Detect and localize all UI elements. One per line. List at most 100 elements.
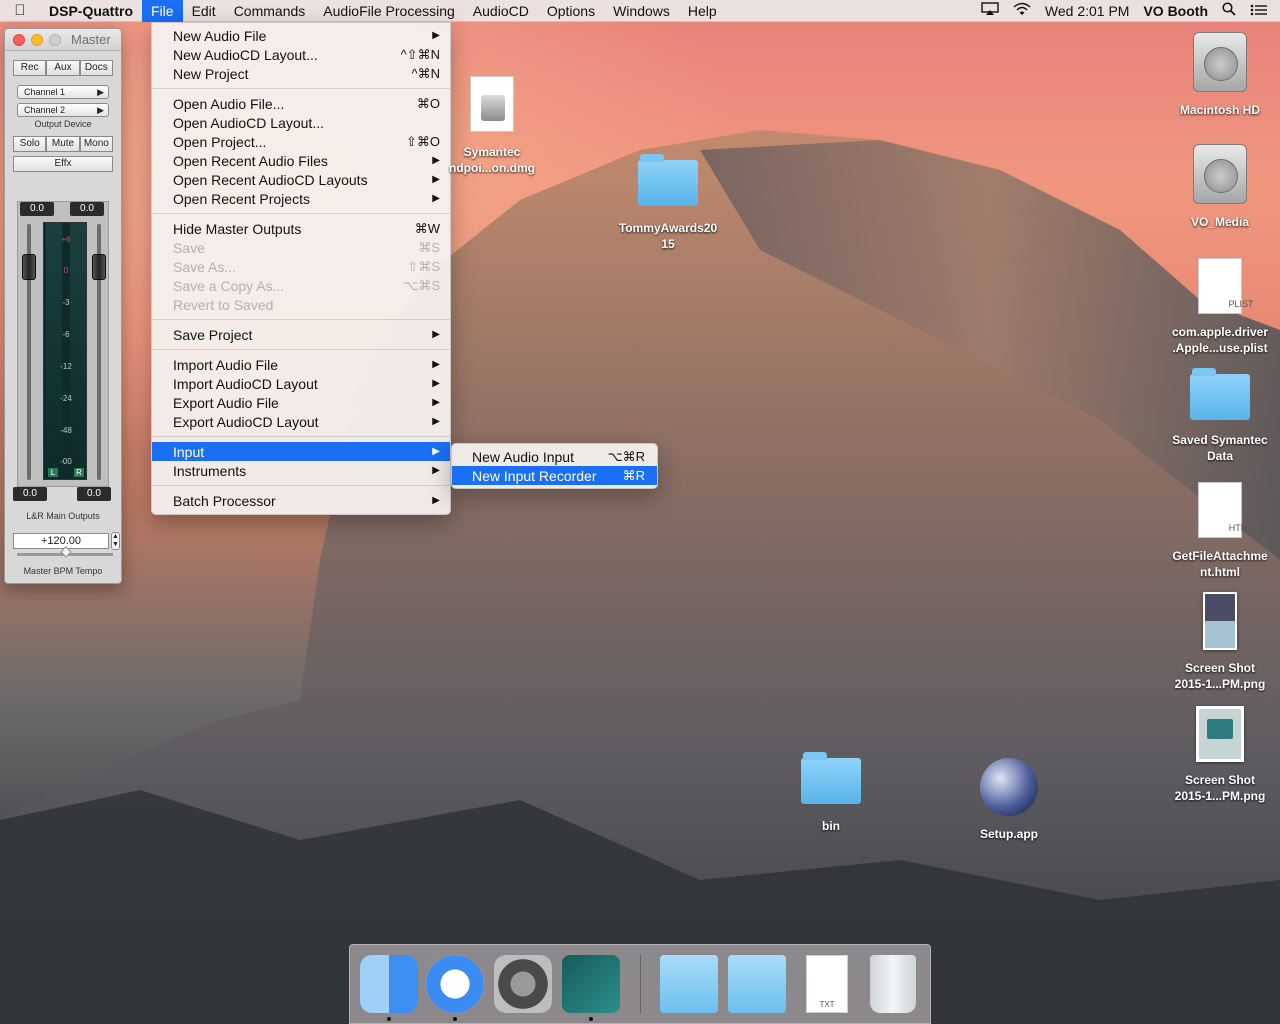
menu-item-label: Open Recent Projects: [173, 190, 310, 207]
desktop-icon-saved-symantec[interactable]: Saved Symantec Data: [1160, 368, 1280, 464]
desktop-icon-screen-shot-1[interactable]: Screen Shot 2015-1...PM.png: [1160, 592, 1280, 692]
menu-item-batch-processor[interactable]: Batch Processor ▶: [152, 491, 450, 510]
applications-folder-icon[interactable]: [660, 955, 718, 1013]
desktop-icon-label: VO_Media: [1190, 215, 1250, 229]
trash-icon[interactable]: [870, 955, 916, 1013]
rec-button[interactable]: Rec: [13, 60, 47, 76]
wifi-icon[interactable]: [1013, 2, 1031, 19]
close-button[interactable]: [13, 33, 25, 46]
image-thumbnail-icon: [1203, 592, 1237, 650]
minimize-button[interactable]: [31, 33, 43, 46]
menu-item-export-audiocd-layout[interactable]: Export AudioCD Layout ▶: [152, 412, 450, 431]
desktop-icon-label: .Apple...use.plist: [1172, 341, 1268, 355]
submenu-arrow-icon: ▶: [432, 446, 440, 457]
desktop-icon-setup-app[interactable]: Setup.app: [949, 758, 1069, 842]
menu-help[interactable]: Help: [679, 0, 726, 22]
channel-2-select[interactable]: Channel 2 ▶: [17, 103, 109, 117]
mute-button[interactable]: Mute: [46, 136, 80, 152]
desktop-icon-vo-media[interactable]: VO_Media: [1160, 144, 1280, 230]
menu-user[interactable]: VO Booth: [1143, 3, 1208, 19]
right-fader-knob[interactable]: [92, 254, 106, 280]
safari-icon[interactable]: [426, 955, 484, 1013]
running-indicator: [453, 1017, 457, 1021]
menu-item-open-recent-audiocd-layouts[interactable]: Open Recent AudioCD Layouts ▶: [152, 170, 450, 189]
desktop-icon-bin[interactable]: bin: [771, 752, 891, 834]
desktop-icon-screen-shot-2[interactable]: Screen Shot 2015-1...PM.png: [1160, 706, 1280, 804]
html-document-icon: HTML: [1198, 482, 1253, 538]
dsp-quattro-icon[interactable]: [562, 955, 620, 1013]
left-output-readout: 0.0: [13, 487, 47, 501]
menu-audiocd[interactable]: AudioCD: [464, 0, 538, 22]
menu-item-import-audio-file[interactable]: Import Audio File ▶: [152, 355, 450, 374]
meter-scale: +6 0 -3 -6 -12 -24 -48 -00 L R: [43, 222, 87, 480]
menu-item-save-project[interactable]: Save Project ▶: [152, 325, 450, 344]
menu-item-open-audiocd-layout[interactable]: Open AudioCD Layout...: [152, 113, 450, 132]
submenu-arrow-icon: ▶: [432, 397, 440, 408]
channel-1-select[interactable]: Channel 1 ▶: [17, 85, 109, 99]
menu-item-input[interactable]: Input ▶: [152, 442, 450, 461]
menu-clock[interactable]: Wed 2:01 PM: [1045, 3, 1130, 19]
document-type-tag: TXT: [819, 1000, 835, 1009]
menu-item-new-audio-file[interactable]: New Audio File ▶: [152, 26, 450, 45]
menu-item-label: Save: [173, 239, 205, 256]
triangle-right-icon: ▶: [97, 104, 104, 115]
hard-drive-icon: [1193, 144, 1247, 204]
menu-item-import-audiocd-layout[interactable]: Import AudioCD Layout ▶: [152, 374, 450, 393]
airplay-icon[interactable]: [981, 2, 999, 19]
menu-item-open-recent-projects[interactable]: Open Recent Projects ▶: [152, 189, 450, 208]
menu-app-name[interactable]: DSP-Quattro: [40, 0, 142, 22]
menu-windows[interactable]: Windows: [604, 0, 679, 22]
menu-item-hide-master-outputs[interactable]: Hide Master Outputs ⌘W: [152, 219, 450, 238]
menu-item-open-recent-audio-files[interactable]: Open Recent Audio Files ▶: [152, 151, 450, 170]
zoom-button[interactable]: [49, 33, 61, 46]
left-fader-knob[interactable]: [22, 254, 36, 280]
menu-item-export-audio-file[interactable]: Export Audio File ▶: [152, 393, 450, 412]
meter-tick: +6: [61, 235, 71, 244]
menu-item-label: Export AudioCD Layout: [173, 413, 319, 430]
menu-item-new-project[interactable]: New Project ^⌘N: [152, 64, 450, 83]
menu-options[interactable]: Options: [538, 0, 604, 22]
document-type-tag: PLIST: [1228, 299, 1254, 309]
folder-icon: [801, 752, 861, 804]
spotlight-search-icon[interactable]: [1222, 2, 1236, 19]
notification-center-icon[interactable]: [1250, 3, 1268, 19]
desktop-icon-label: GetFileAttachme: [1172, 549, 1268, 563]
menu-item-label: Import Audio File: [173, 356, 279, 373]
desktop-icon-macintosh-hd[interactable]: Macintosh HD: [1160, 32, 1280, 118]
finder-icon[interactable]: [360, 955, 418, 1013]
desktop-icon-plist[interactable]: PLIST com.apple.driver .Apple...use.plis…: [1160, 258, 1280, 356]
menu-file[interactable]: File: [142, 0, 183, 22]
menu-audiofile-processing[interactable]: AudioFile Processing: [314, 0, 464, 22]
desktop-icon-label: 2015-1...PM.png: [1174, 677, 1266, 691]
menu-edit[interactable]: Edit: [183, 0, 225, 22]
desktop-icon-symantec-dmg[interactable]: Symantec ndpoi...on.dmg: [432, 76, 552, 176]
desktop-icon-tommyawards[interactable]: TommyAwards20 15: [608, 154, 728, 252]
system-preferences-icon[interactable]: [494, 955, 552, 1013]
menu-separator: [152, 319, 450, 320]
master-titlebar[interactable]: Master: [5, 29, 121, 51]
solo-button[interactable]: Solo: [13, 136, 47, 152]
submenu-item-new-input-recorder[interactable]: New Input Recorder ⌘R: [452, 466, 657, 485]
meter-tick: -24: [60, 394, 72, 403]
effx-button[interactable]: Effx: [13, 156, 113, 172]
meter-tick: -3: [62, 298, 70, 307]
bpm-stepper[interactable]: ▲ ▼: [111, 532, 120, 550]
aux-button[interactable]: Aux: [46, 60, 80, 76]
mono-button[interactable]: Mono: [79, 136, 113, 152]
document-type-tag: HTML: [1228, 523, 1254, 533]
meter-tick: 0: [63, 266, 69, 275]
menu-item-new-audiocd-layout[interactable]: New AudioCD Layout... ^⇧⌘N: [152, 45, 450, 64]
menu-item-open-project[interactable]: Open Project... ⇧⌘O: [152, 132, 450, 151]
documents-folder-icon[interactable]: [728, 955, 786, 1013]
menu-item-open-audio-file[interactable]: Open Audio File... ⌘O: [152, 94, 450, 113]
submenu-item-new-audio-input[interactable]: New Audio Input ⌥⌘R: [452, 447, 657, 466]
text-document-icon[interactable]: TXT: [806, 955, 848, 1013]
apple-icon[interactable]: : [0, 2, 40, 19]
docs-button[interactable]: Docs: [79, 60, 113, 76]
menu-item-shortcut: ⌥⌘S: [403, 277, 440, 293]
menu-commands[interactable]: Commands: [225, 0, 315, 22]
menu-item-instruments[interactable]: Instruments ▶: [152, 461, 450, 480]
desktop-icon-html[interactable]: HTML GetFileAttachme nt.html: [1160, 482, 1280, 580]
bpm-field[interactable]: +120.00: [13, 533, 109, 549]
menu-separator: [152, 213, 450, 214]
